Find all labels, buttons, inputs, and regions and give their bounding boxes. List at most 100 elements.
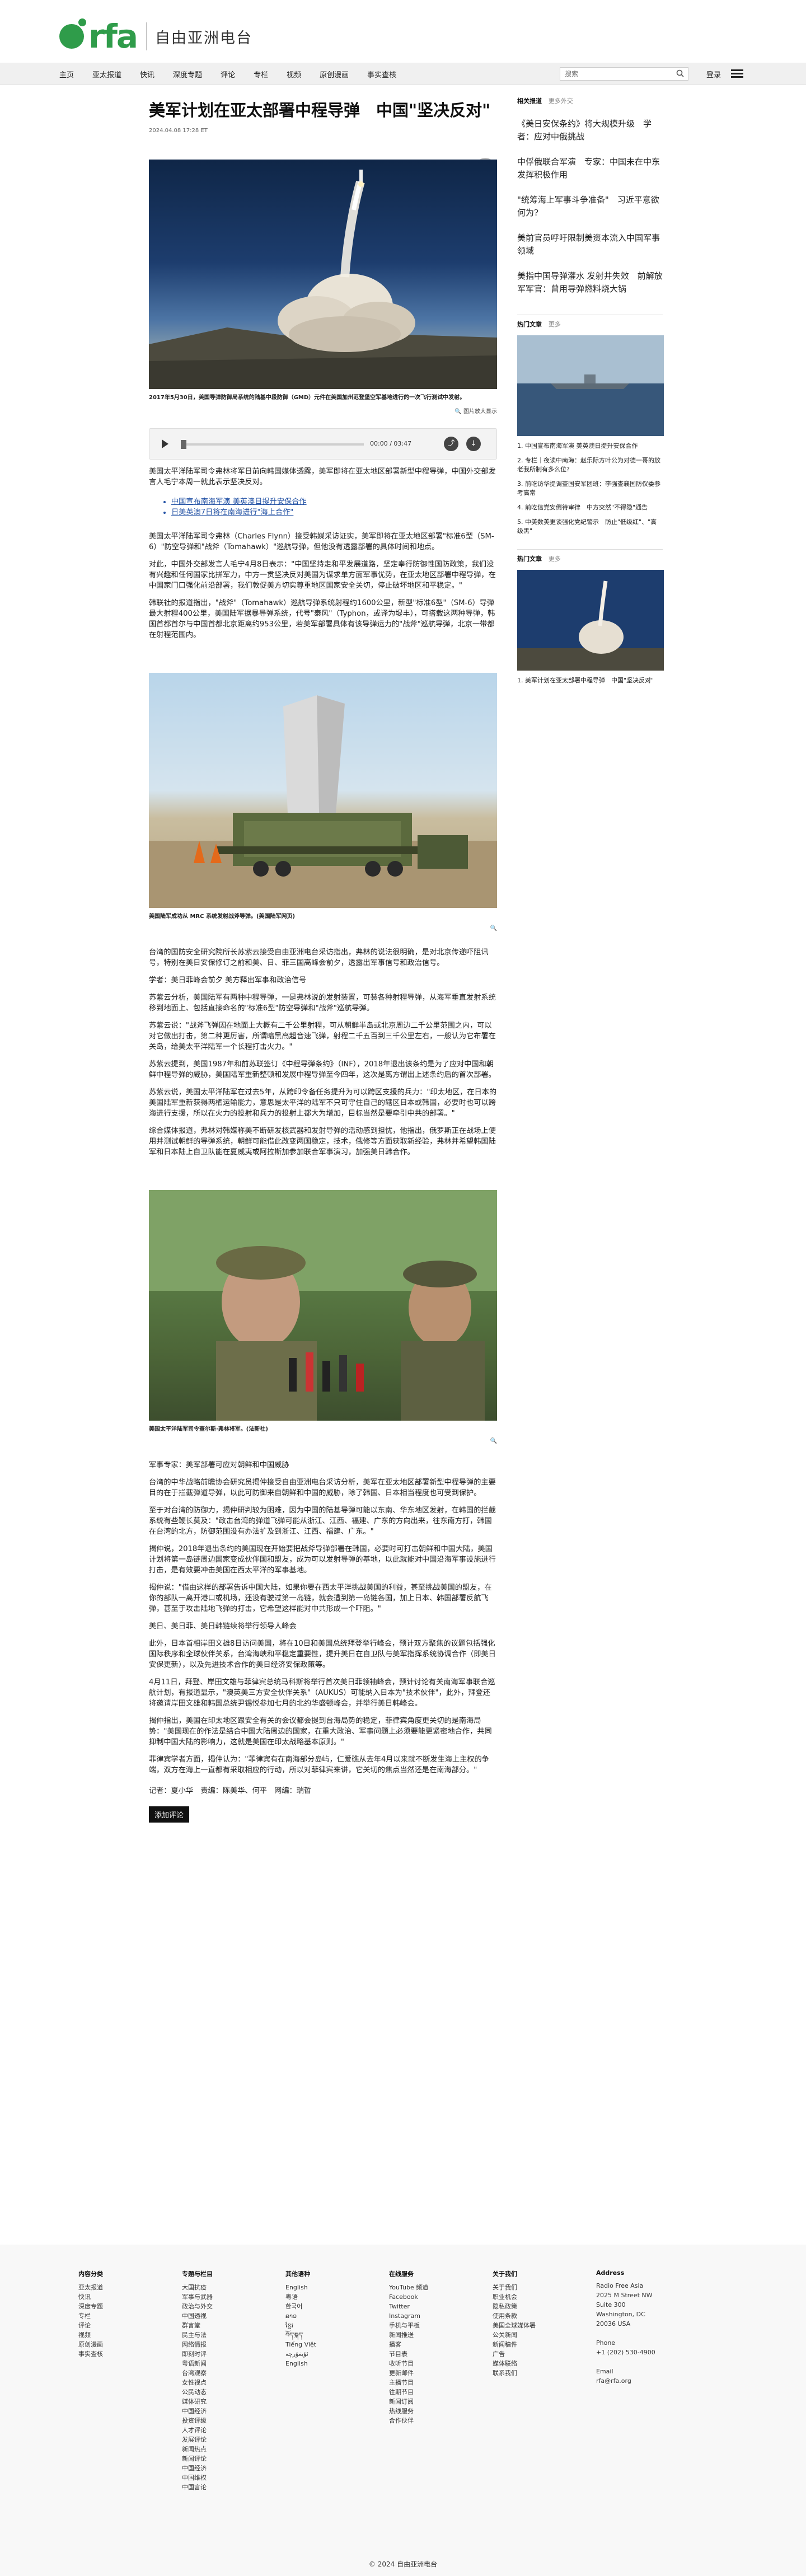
footer-link[interactable]: 投资评级 xyxy=(182,2416,285,2425)
footer-link[interactable]: 中国维权 xyxy=(182,2473,285,2483)
footer-link[interactable]: Phone xyxy=(596,2338,700,2348)
footer-link[interactable]: 中国透视 xyxy=(182,2311,285,2321)
footer-link[interactable]: 新闻订阅 xyxy=(389,2397,493,2406)
footer-link[interactable]: 即刻时评 xyxy=(182,2349,285,2359)
footer-link[interactable]: 粤语新闻 xyxy=(182,2359,285,2368)
footer-link[interactable]: ລາວ xyxy=(285,2311,389,2321)
hot-thumbnail-missile[interactable] xyxy=(517,570,664,671)
footer-link[interactable]: 节目表 xyxy=(389,2349,493,2359)
footer-link[interactable]: 美国全球媒体署 xyxy=(493,2321,596,2330)
hamburger-menu-icon[interactable] xyxy=(731,69,743,78)
hot-story[interactable]: 5. 中美数美更谈强化党纪警示 防止"低级红"、"高级黑" xyxy=(517,518,663,536)
footer-link[interactable]: ئۇيغۇرچە xyxy=(285,2349,389,2359)
footer-link[interactable]: 新闻评论 xyxy=(182,2454,285,2463)
footer-link[interactable]: 播客 xyxy=(389,2340,493,2349)
footer-link[interactable]: +1 (202) 530-4900 xyxy=(596,2348,700,2357)
footer-link[interactable]: 公民动态 xyxy=(182,2387,285,2397)
zoom-icon[interactable]: 🔍 xyxy=(490,1438,497,1444)
nav-item-asia[interactable]: 亚太报道 xyxy=(92,69,121,79)
related-story[interactable]: 美指中国导弹灌水 发射井失效 前解放军军官：曾用导弹燃料烧大锅 xyxy=(517,270,663,296)
footer-link[interactable]: 女性视点 xyxy=(182,2378,285,2387)
footer-link[interactable]: 中国经济 xyxy=(182,2406,285,2416)
footer-link[interactable]: 关于我们 xyxy=(493,2283,596,2292)
footer-link[interactable]: 隐私政策 xyxy=(493,2302,596,2311)
search-icon[interactable] xyxy=(676,69,684,77)
footer-link[interactable]: 主播节目 xyxy=(389,2378,493,2387)
footer-link[interactable]: 职业机会 xyxy=(493,2292,596,2302)
enlarge-link[interactable]: 🔍 图片放大显示 xyxy=(149,406,497,415)
footer-link[interactable]: 收听节目 xyxy=(389,2359,493,2368)
footer-link[interactable]: 民主与法 xyxy=(182,2330,285,2340)
footer-link[interactable]: 合作伙伴 xyxy=(389,2416,493,2425)
related-story[interactable]: "统筹海上军事斗争准备" 习近平意欲何为? xyxy=(517,194,663,219)
related-story[interactable]: 美前官员呼吁限制美资本流入中国军事领域 xyxy=(517,232,663,257)
hot-story[interactable]: 4. 前吃信党安倒待审律 中方突然"不得隐"通告 xyxy=(517,503,663,512)
footer-link[interactable]: 发展评论 xyxy=(182,2435,285,2444)
footer-link[interactable]: 热线服务 xyxy=(389,2406,493,2416)
nav-item-video[interactable]: 视频 xyxy=(287,69,301,79)
zoom-icon[interactable]: 🔍 xyxy=(490,925,497,931)
footer-link[interactable]: Washington, DC xyxy=(596,2310,700,2319)
hot-more-link[interactable]: 更多 xyxy=(549,321,561,328)
hot-story[interactable]: 1. 中国宣布南海军演 美英澳日提升安保合作 xyxy=(517,442,663,451)
related-story[interactable]: 《美日安保条约》将大规模升级 学者：应对中俄挑战 xyxy=(517,118,663,143)
footer-link[interactable]: 中国言论 xyxy=(182,2483,285,2492)
footer-link[interactable]: 媒体联络 xyxy=(493,2359,596,2368)
footer-link[interactable]: 人才评论 xyxy=(182,2425,285,2435)
related-link[interactable]: 日美英澳7日将在南海进行"海上合作" xyxy=(171,507,497,518)
nav-item-opinion[interactable]: 评论 xyxy=(221,69,235,79)
footer-link[interactable]: Email xyxy=(596,2367,700,2376)
nav-item-home[interactable]: 主页 xyxy=(59,69,74,79)
add-comment-button[interactable]: 添加评论 xyxy=(149,1806,190,1823)
nav-item-factcheck[interactable]: 事实查核 xyxy=(367,69,396,79)
footer-link[interactable]: English xyxy=(285,2283,389,2292)
nav-item-columns[interactable]: 专栏 xyxy=(254,69,268,79)
footer-link[interactable]: English xyxy=(285,2359,389,2368)
footer-link[interactable]: 评论 xyxy=(78,2321,182,2330)
related-story[interactable]: 中俘俄联合军演 专家：中国未在中东发挥积极作用 xyxy=(517,156,663,181)
footer-link[interactable]: 媒体研究 xyxy=(182,2397,285,2406)
footer-link[interactable]: 2025 M Street NW xyxy=(596,2291,700,2300)
related-link[interactable]: 中国宣布南海军演 美英澳日提升安保合作 xyxy=(171,497,497,507)
nav-item-cartoons[interactable]: 原创漫画 xyxy=(320,69,349,79)
login-link[interactable]: 登录 xyxy=(706,69,721,79)
footer-link[interactable]: rfa@rfa.org xyxy=(596,2376,700,2386)
enlarge-link[interactable]: 🔍 xyxy=(149,1438,497,1444)
footer-link[interactable]: བོད་སྐད་ xyxy=(285,2330,389,2340)
footer-link[interactable]: Suite 300 xyxy=(596,2300,700,2310)
footer-link[interactable]: 한국어 xyxy=(285,2302,389,2311)
footer-link[interactable]: 公关新闻 xyxy=(493,2330,596,2340)
footer-link[interactable]: 原创漫画 xyxy=(78,2340,182,2349)
footer-link[interactable]: 军事与武器 xyxy=(182,2292,285,2302)
nav-item-features[interactable]: 深度专题 xyxy=(173,69,202,79)
footer-link[interactable]: 广告 xyxy=(493,2349,596,2359)
share-audio-icon[interactable]: ⤴ xyxy=(444,437,458,451)
play-icon[interactable] xyxy=(162,439,168,448)
footer-link[interactable]: 20036 USA xyxy=(596,2319,700,2329)
footer-link[interactable]: 专栏 xyxy=(78,2311,182,2321)
related-more-link[interactable]: 更多外交 xyxy=(549,97,573,105)
footer-link[interactable]: 视频 xyxy=(78,2330,182,2340)
footer-link[interactable]: ខ្មែរ xyxy=(285,2321,389,2330)
footer-link[interactable]: 群言堂 xyxy=(182,2321,285,2330)
footer-link[interactable]: Tiếng Việt xyxy=(285,2340,389,2349)
footer-link[interactable]: YouTube 频道 xyxy=(389,2283,493,2292)
enlarge-link[interactable]: 🔍 xyxy=(149,925,497,931)
enlarge-label[interactable]: 图片放大显示 xyxy=(463,409,497,415)
footer-link[interactable]: 政治与外交 xyxy=(182,2302,285,2311)
footer-link[interactable]: 新闻热点 xyxy=(182,2444,285,2454)
footer-link[interactable]: 手机与平板 xyxy=(389,2321,493,2330)
footer-link[interactable]: 大国抗疫 xyxy=(182,2283,285,2292)
search-input[interactable] xyxy=(560,67,688,81)
footer-link[interactable]: Twitter xyxy=(389,2302,493,2311)
hot-thumbnail-navy[interactable] xyxy=(517,335,664,436)
nav-item-news[interactable]: 快讯 xyxy=(140,69,154,79)
footer-link[interactable]: 更新邮件 xyxy=(389,2368,493,2378)
footer-link[interactable]: Facebook xyxy=(389,2292,493,2302)
hot-more-link[interactable]: 更多 xyxy=(549,555,561,563)
footer-link[interactable]: 粤语 xyxy=(285,2292,389,2302)
footer-link[interactable]: 联系我们 xyxy=(493,2368,596,2378)
hot-story[interactable]: 1. 美军计划在亚太部署中程导弹 中国"坚决反对" xyxy=(517,676,663,685)
footer-link[interactable]: Radio Free Asia xyxy=(596,2281,700,2291)
footer-link[interactable]: 中国经济 xyxy=(182,2463,285,2473)
